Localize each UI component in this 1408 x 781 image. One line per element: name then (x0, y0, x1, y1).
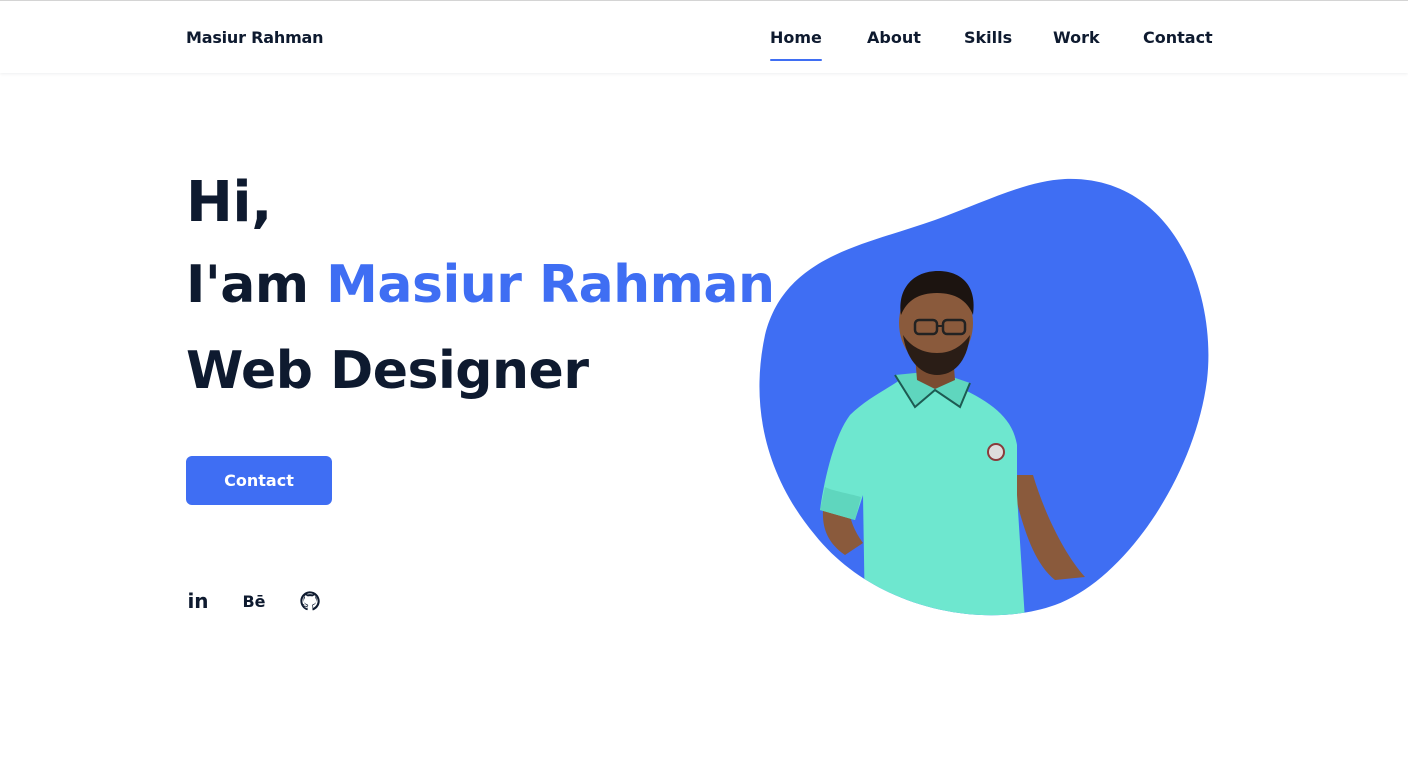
profile-blob (759, 178, 1209, 616)
nav-item-about[interactable]: About (867, 28, 921, 47)
nav-item-skills[interactable]: Skills (964, 28, 1012, 47)
hero-intro-line: I'am Masiur Rahman (186, 255, 775, 315)
hero-role: Web Designer (186, 341, 589, 401)
github-icon-glyph (300, 591, 320, 611)
hero-intro: I'am (186, 255, 327, 315)
github-icon[interactable] (298, 589, 322, 613)
behance-icon[interactable]: Bē (242, 589, 266, 613)
hero-greeting: Hi, (186, 170, 272, 235)
nav-item-work[interactable]: Work (1053, 28, 1100, 47)
main-nav: Home About Skills Work Contact (0, 28, 1408, 68)
contact-button[interactable]: Contact (186, 456, 332, 505)
site-header: Masiur Rahman Home About Skills Work Con… (0, 1, 1408, 73)
hero-name: Masiur Rahman (326, 255, 775, 315)
nav-item-home[interactable]: Home (770, 28, 822, 61)
nav-item-contact[interactable]: Contact (1143, 28, 1213, 47)
linkedin-icon[interactable]: in (186, 589, 210, 613)
profile-image (755, 175, 1215, 620)
